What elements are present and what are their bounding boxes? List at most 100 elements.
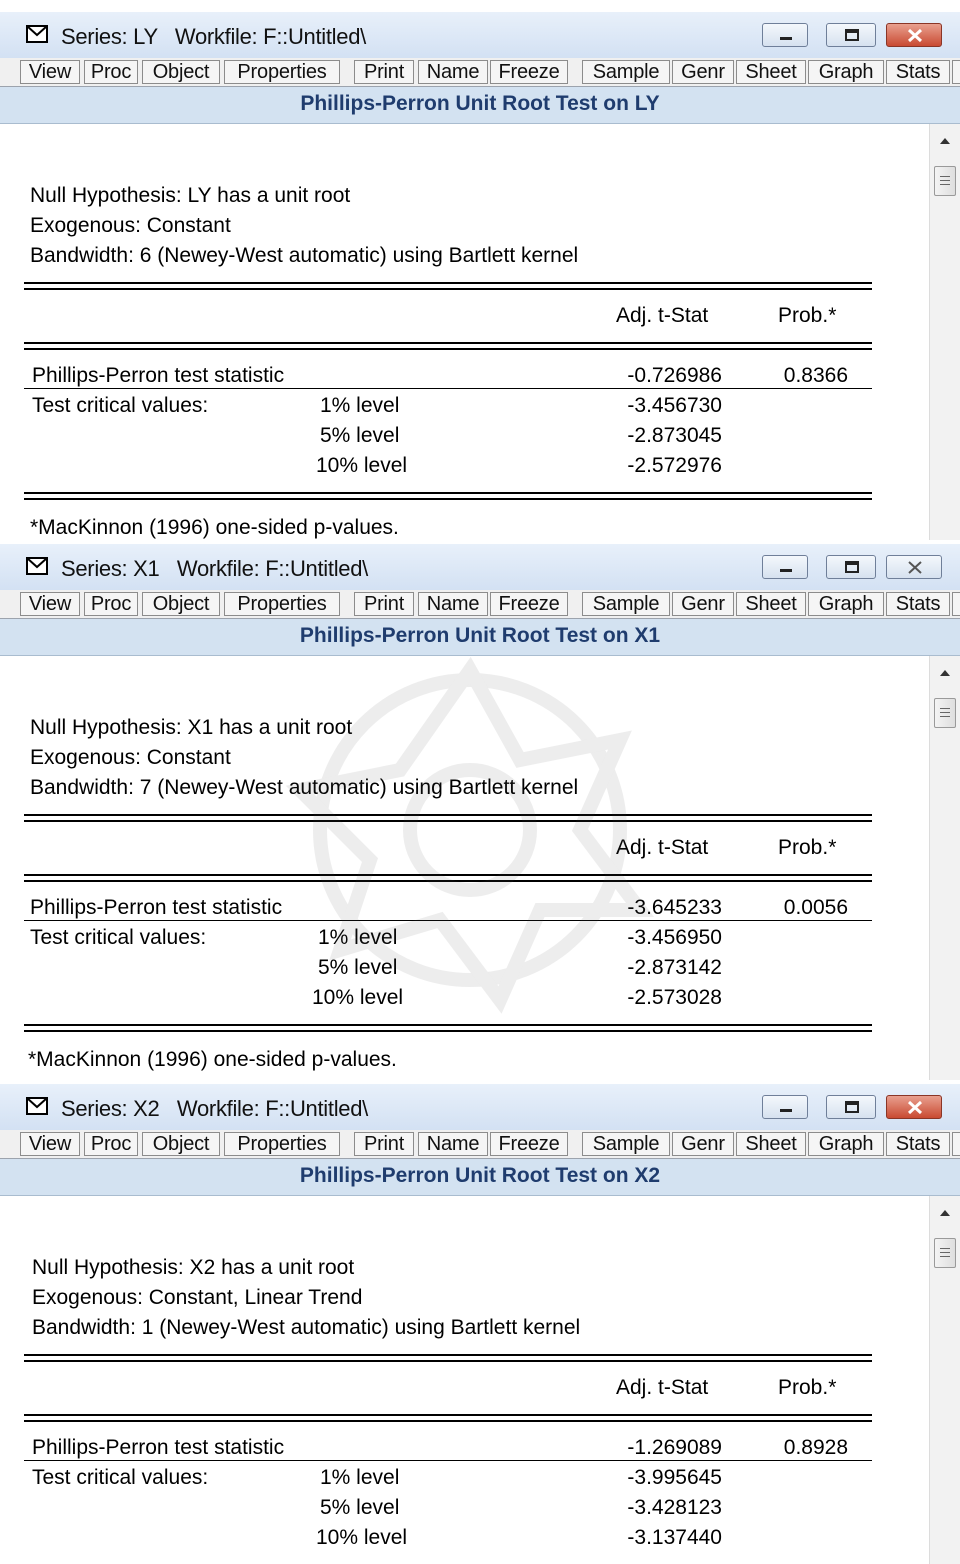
freeze-button[interactable]: Freeze <box>490 592 568 616</box>
properties-button[interactable]: Properties <box>224 592 340 616</box>
maximize-button[interactable] <box>826 1095 876 1119</box>
rule <box>24 348 872 350</box>
null-hypothesis: Null Hypothesis: X1 has a unit root <box>30 716 353 739</box>
freeze-button[interactable]: Freeze <box>490 1132 568 1156</box>
name-button[interactable]: Name <box>418 592 488 616</box>
sample-button[interactable]: Sample <box>582 60 670 84</box>
output-content: Null Hypothesis: X1 has a unit root Exog… <box>18 656 930 1080</box>
maximize-button[interactable] <box>826 23 876 47</box>
minimize-button[interactable] <box>762 1095 808 1119</box>
vertical-scrollbar[interactable] <box>929 656 960 1080</box>
minimize-button[interactable] <box>762 23 808 47</box>
sheet-button[interactable]: Sheet <box>736 592 806 616</box>
graph-button[interactable]: Graph <box>808 60 884 84</box>
minimize-icon <box>780 1109 792 1112</box>
close-button[interactable] <box>886 1095 942 1119</box>
maximize-button[interactable] <box>826 555 876 579</box>
rule <box>24 874 872 876</box>
title-bar[interactable]: Series: X2 Workfile: F::Untitled\ <box>0 1084 960 1130</box>
sheet-button[interactable]: Sheet <box>736 60 806 84</box>
title-bar[interactable]: Series: X1 Workfile: F::Untitled\ <box>0 544 960 590</box>
level-1pct: 1% level <box>320 1466 400 1489</box>
graph-button[interactable]: Graph <box>808 592 884 616</box>
proc-button[interactable]: Proc <box>84 1132 138 1156</box>
name-button[interactable]: Name <box>418 60 488 84</box>
proc-button[interactable]: Proc <box>84 592 138 616</box>
output-header: Phillips-Perron Unit Root Test on LY <box>0 87 960 124</box>
exogenous: Exogenous: Constant, Linear Trend <box>32 1286 363 1309</box>
view-button[interactable]: View <box>20 1132 80 1156</box>
header-title: Phillips-Perron Unit Root Test on X1 <box>299 624 661 647</box>
object-button[interactable]: Object <box>142 60 220 84</box>
properties-button[interactable]: Properties <box>224 1132 340 1156</box>
print-button[interactable]: Print <box>354 592 414 616</box>
genr-button[interactable]: Genr <box>672 1132 734 1156</box>
col-prob: Prob.* <box>778 304 837 327</box>
scroll-up-icon[interactable] <box>940 138 950 144</box>
col-adj-tstat: Adj. t-Stat <box>616 1376 709 1399</box>
sheet-button[interactable]: Sheet <box>736 1132 806 1156</box>
sample-button[interactable]: Sample <box>582 1132 670 1156</box>
stats-button[interactable]: Stats <box>886 1132 950 1156</box>
properties-button[interactable]: Properties <box>224 60 340 84</box>
rule <box>24 288 872 290</box>
view-button[interactable]: View <box>20 592 80 616</box>
name-button[interactable]: Name <box>418 1132 488 1156</box>
level-10pct: 10% level <box>316 454 408 477</box>
close-button[interactable] <box>886 555 942 579</box>
col-prob: Prob.* <box>778 1376 837 1399</box>
close-button[interactable] <box>886 23 942 47</box>
print-button[interactable]: Print <box>354 60 414 84</box>
view-button[interactable]: View <box>20 60 80 84</box>
pp-prob-value: 0.8928 <box>783 1436 848 1459</box>
stats-button[interactable]: Stats <box>886 592 950 616</box>
title-bar[interactable]: Series: LY Workfile: F::Untitled\ <box>0 12 960 58</box>
minimize-icon <box>780 37 792 40</box>
minimize-button[interactable] <box>762 555 808 579</box>
pp-stat-value: -3.645233 <box>627 896 722 919</box>
object-button[interactable]: Object <box>142 1132 220 1156</box>
toolbar: View Proc Object Properties Print Name F… <box>0 590 960 619</box>
scroll-up-icon[interactable] <box>940 670 950 676</box>
freeze-button[interactable]: Freeze <box>490 60 568 84</box>
sample-button[interactable]: Sample <box>582 592 670 616</box>
vertical-scrollbar[interactable] <box>929 1196 960 1564</box>
rule <box>24 498 872 500</box>
crit-label: Test critical values: <box>32 394 209 417</box>
header-title: Phillips-Perron Unit Root Test on LY <box>300 92 660 115</box>
crit-label: Test critical values: <box>30 926 207 949</box>
print-button[interactable]: Print <box>354 1132 414 1156</box>
rule <box>24 282 872 284</box>
rule <box>24 1030 872 1032</box>
rule <box>24 1460 872 1461</box>
genr-button[interactable]: Genr <box>672 60 734 84</box>
series-window-ly: Series: LY Workfile: F::Untitled\ View P… <box>0 12 960 540</box>
graph-button[interactable]: Graph <box>808 1132 884 1156</box>
series-icon <box>26 1097 48 1115</box>
scroll-thumb[interactable] <box>934 698 956 728</box>
cv-5pct: -3.428123 <box>627 1496 722 1519</box>
scroll-thumb[interactable] <box>934 166 956 196</box>
genr-button[interactable]: Genr <box>672 592 734 616</box>
level-10pct: 10% level <box>316 1526 408 1549</box>
exogenous: Exogenous: Constant <box>30 746 231 769</box>
level-10pct: 10% level <box>312 986 404 1009</box>
null-hypothesis: Null Hypothesis: X2 has a unit root <box>32 1256 355 1279</box>
pp-stat-label: Phillips-Perron test statistic <box>32 1436 285 1459</box>
bandwidth: Bandwidth: 1 (Newey-West automatic) usin… <box>32 1316 581 1339</box>
col-adj-tstat: Adj. t-Stat <box>616 836 709 859</box>
ident-button[interactable]: I <box>952 592 960 616</box>
ident-button[interactable]: I <box>952 60 960 84</box>
cv-1pct: -3.456730 <box>627 394 722 417</box>
cv-10pct: -2.573028 <box>627 986 722 1009</box>
rule <box>24 920 872 921</box>
vertical-scrollbar[interactable] <box>929 124 960 540</box>
object-button[interactable]: Object <box>142 592 220 616</box>
stats-button[interactable]: Stats <box>886 60 950 84</box>
scroll-thumb[interactable] <box>934 1238 956 1268</box>
ident-button[interactable]: I <box>952 1132 960 1156</box>
window-title: Series: LY Workfile: F::Untitled\ <box>61 24 366 49</box>
output-header: Phillips-Perron Unit Root Test on X2 <box>0 1159 960 1196</box>
proc-button[interactable]: Proc <box>84 60 138 84</box>
scroll-up-icon[interactable] <box>940 1210 950 1216</box>
